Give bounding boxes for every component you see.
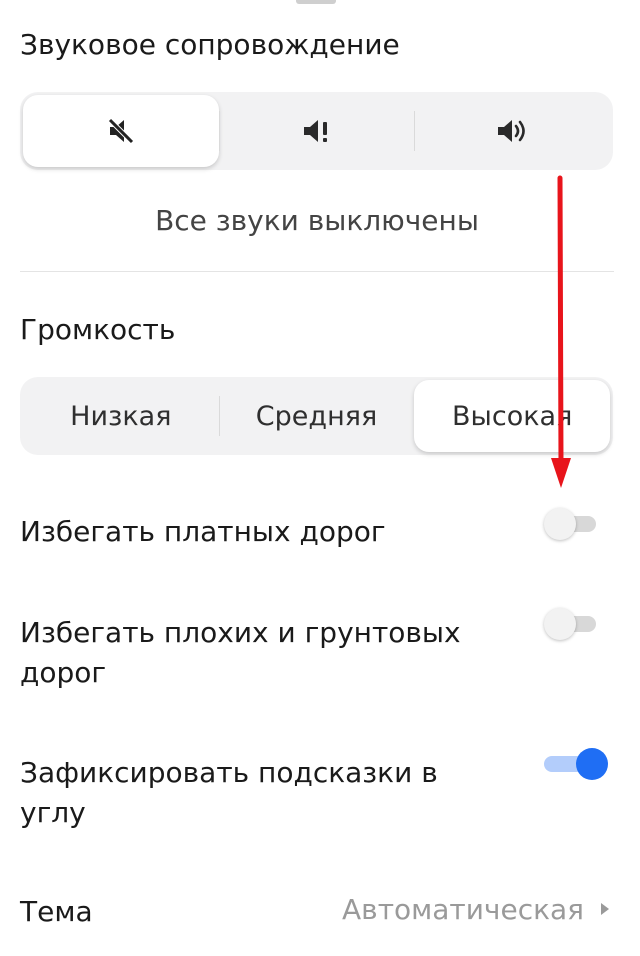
- toggle-knob: [576, 748, 608, 780]
- volume-high-option[interactable]: Высокая: [414, 380, 611, 452]
- segment-divider: [218, 111, 220, 151]
- section-divider: [20, 271, 614, 272]
- speaker-muted-icon: [108, 118, 134, 144]
- avoid-bad-roads-toggle[interactable]: [544, 608, 596, 640]
- avoid-toll-roads-toggle[interactable]: [544, 508, 596, 540]
- volume-medium-option[interactable]: Средняя: [218, 380, 415, 452]
- annotation-arrow-down-icon: [551, 175, 571, 488]
- speaker-alert-icon: [303, 120, 327, 142]
- chevron-right-icon[interactable]: [601, 903, 609, 915]
- volume-low-label: Низкая: [70, 400, 172, 432]
- segment-divider: [218, 396, 220, 436]
- sound-mode-all-option[interactable]: [414, 95, 610, 167]
- sound-status-text: Все звуки выключены: [155, 204, 479, 237]
- avoid-toll-roads-label: Избегать платных дорог: [20, 515, 386, 548]
- speaker-on-icon: [498, 120, 525, 142]
- sound-section-title: Звуковое сопровождение: [20, 28, 400, 61]
- volume-segmented-control: Низкая Средняя Высокая: [20, 377, 613, 455]
- sound-mode-muted-option[interactable]: [23, 95, 219, 167]
- volume-medium-label: Средняя: [255, 400, 378, 432]
- sound-mode-alerts-option[interactable]: [218, 95, 415, 167]
- theme-value[interactable]: Автоматическая: [342, 893, 584, 926]
- avoid-bad-roads-label: Избегать плохих и грунтовых дорог: [20, 616, 461, 689]
- volume-low-option[interactable]: Низкая: [23, 380, 219, 452]
- pin-hints-corner-toggle[interactable]: [544, 748, 608, 780]
- toggle-knob: [544, 508, 576, 540]
- volume-section-title: Громкость: [20, 313, 176, 346]
- sound-mode-segmented-control: [20, 92, 613, 170]
- segment-divider: [414, 111, 416, 151]
- toggle-knob: [544, 608, 576, 640]
- pin-hints-corner-label: Зафиксировать подсказки в углу: [20, 756, 438, 829]
- sheet-drag-handle[interactable]: [296, 0, 336, 4]
